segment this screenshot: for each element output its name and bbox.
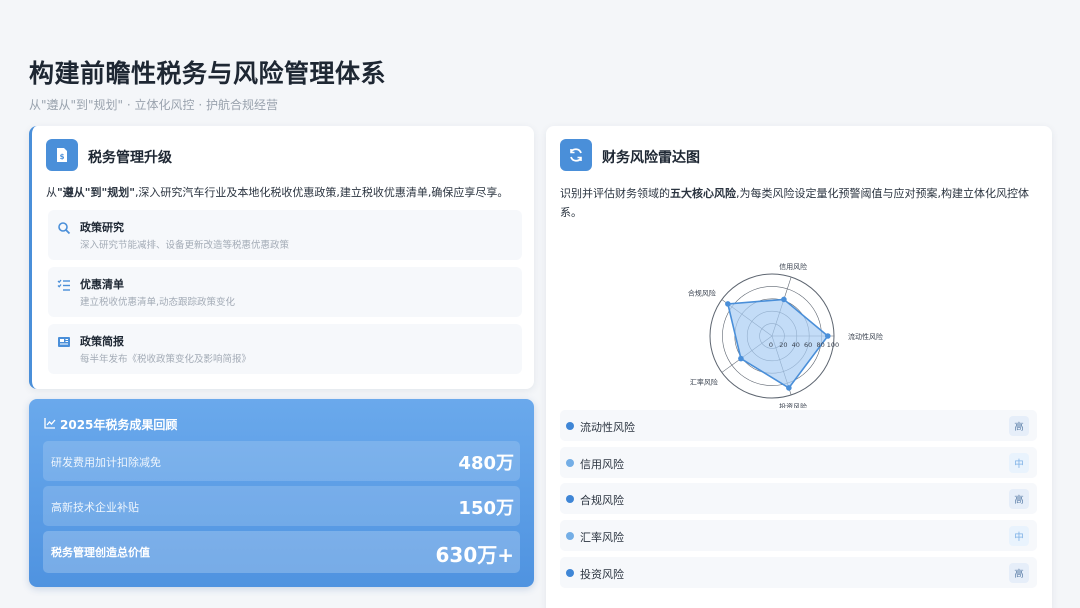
item-desc: 每半年发布《税收政策变化及影响简报》 bbox=[80, 354, 252, 365]
item-title: 政策研究 bbox=[80, 221, 124, 234]
refresh-icon bbox=[560, 139, 592, 171]
radar-tick-label: 60 bbox=[804, 341, 812, 349]
stat-label: 税务管理创造总价值 bbox=[51, 546, 150, 559]
stat-value: 150万 bbox=[458, 498, 514, 519]
radar-axis-label: 信用风险 bbox=[779, 262, 807, 271]
tax-results-card: 2025年税务成果回顾 研发费用加计扣除减免 480万 高新技术企业补贴 150… bbox=[29, 399, 534, 587]
item-desc: 建立税收优惠清单,动态跟踪政策变化 bbox=[80, 297, 236, 308]
page-subtitle: 从"遵从"到"规划" · 立体化风控 · 护航合规经营 bbox=[29, 98, 278, 112]
risk-name: 信用风险 bbox=[580, 458, 624, 471]
radar-tick-label: 80 bbox=[816, 341, 824, 349]
radar-point bbox=[786, 385, 792, 391]
radar-axis-label: 投资风险 bbox=[779, 402, 807, 408]
item-desc: 深入研究节能减排、设备更新改造等税惠优惠政策 bbox=[80, 240, 290, 251]
radar-point bbox=[825, 333, 831, 339]
risk-row: 流动性风险 高 bbox=[560, 410, 1037, 441]
tax-card-title: 税务管理升级 bbox=[88, 150, 172, 166]
radar-series-area bbox=[726, 298, 829, 389]
radar-point bbox=[781, 296, 787, 303]
radar-axis-label: 汇率风险 bbox=[690, 377, 718, 386]
search-icon bbox=[57, 220, 71, 235]
document-icon: $ bbox=[46, 139, 78, 171]
radar-tick-label: 20 bbox=[779, 341, 787, 349]
stat-value: 480万 bbox=[458, 453, 514, 474]
risk-name: 投资风险 bbox=[580, 568, 624, 581]
item-title: 优惠清单 bbox=[80, 278, 124, 291]
list-item-policy-research: 政策研究 深入研究节能减排、设备更新改造等税惠优惠政策 bbox=[48, 210, 522, 260]
risk-name: 汇率风险 bbox=[580, 531, 624, 544]
risk-name: 合规风险 bbox=[580, 494, 624, 507]
risk-dot bbox=[566, 569, 574, 577]
tax-card-description: 从"遵从"到"规划",深入研究汽车行业及本地化税收优惠政策,建立税收优惠清单,确… bbox=[46, 186, 509, 199]
risk-level-badge: 高 bbox=[1009, 416, 1029, 436]
stat-row-rd-deduction: 研发费用加计扣除减免 480万 bbox=[43, 441, 520, 481]
tax-management-card: $ 税务管理升级 从"遵从"到"规划",深入研究汽车行业及本地化税收优惠政策,建… bbox=[29, 126, 534, 389]
risk-level-badge: 高 bbox=[1009, 563, 1029, 583]
risk-name: 流动性风险 bbox=[580, 421, 635, 434]
trend-chart-icon bbox=[44, 417, 56, 432]
list-item-incentive-list: 优惠清单 建立税收优惠清单,动态跟踪政策变化 bbox=[48, 267, 522, 317]
risk-dot bbox=[566, 495, 574, 503]
risk-row: 合规风险 高 bbox=[560, 483, 1037, 514]
checklist-icon bbox=[57, 277, 71, 291]
newspaper-icon bbox=[57, 334, 71, 348]
stat-row-hightech-subsidy: 高新技术企业补贴 150万 bbox=[43, 486, 520, 526]
stats-title: 2025年税务成果回顾 bbox=[44, 416, 177, 433]
risk-level-badge: 高 bbox=[1009, 489, 1029, 509]
risk-row: 汇率风险 中 bbox=[560, 520, 1037, 551]
stat-value: 630万+ bbox=[435, 543, 514, 567]
risk-level-badge: 中 bbox=[1009, 526, 1029, 546]
risk-radar-chart: 流动性风险 信用风险合规风险汇率风险投资风险 0 20 40 60 80 100 bbox=[688, 262, 883, 408]
list-item-policy-brief: 政策简报 每半年发布《税收政策变化及影响简报》 bbox=[48, 324, 522, 374]
radar-tick-label: 0 bbox=[769, 341, 773, 349]
risk-dot bbox=[566, 532, 574, 540]
radar-axis-label: 合规风险 bbox=[688, 289, 716, 298]
risk-level-badge: 中 bbox=[1009, 453, 1029, 473]
risk-card-title: 财务风险雷达图 bbox=[602, 150, 700, 166]
radar-point bbox=[725, 301, 731, 307]
risk-row: 投资风险 高 bbox=[560, 557, 1037, 588]
stat-row-total-value: 税务管理创造总价值 630万+ bbox=[43, 531, 520, 573]
radar-point bbox=[738, 355, 744, 362]
risk-radar-card: 财务风险雷达图 识别并评估财务领域的五大核心风险,为每类风险设定量化预警阈值与应… bbox=[546, 126, 1052, 608]
radar-axis-label: 流动性风险 bbox=[848, 332, 883, 341]
svg-text:$: $ bbox=[60, 153, 65, 161]
risk-dot bbox=[566, 459, 574, 467]
stat-label: 高新技术企业补贴 bbox=[51, 501, 139, 514]
risk-dot bbox=[566, 422, 574, 430]
risk-card-description: 识别并评估财务领域的五大核心风险,为每类风险设定量化预警阈值与应对预案,构建立体… bbox=[560, 187, 1029, 219]
risk-row: 信用风险 中 bbox=[560, 447, 1037, 478]
radar-tick-label: 100 bbox=[827, 341, 839, 349]
radar-tick-label: 40 bbox=[792, 341, 800, 349]
page-title: 构建前瞻性税务与风险管理体系 bbox=[29, 59, 387, 88]
item-title: 政策简报 bbox=[80, 335, 124, 348]
stat-label: 研发费用加计扣除减免 bbox=[51, 456, 161, 469]
